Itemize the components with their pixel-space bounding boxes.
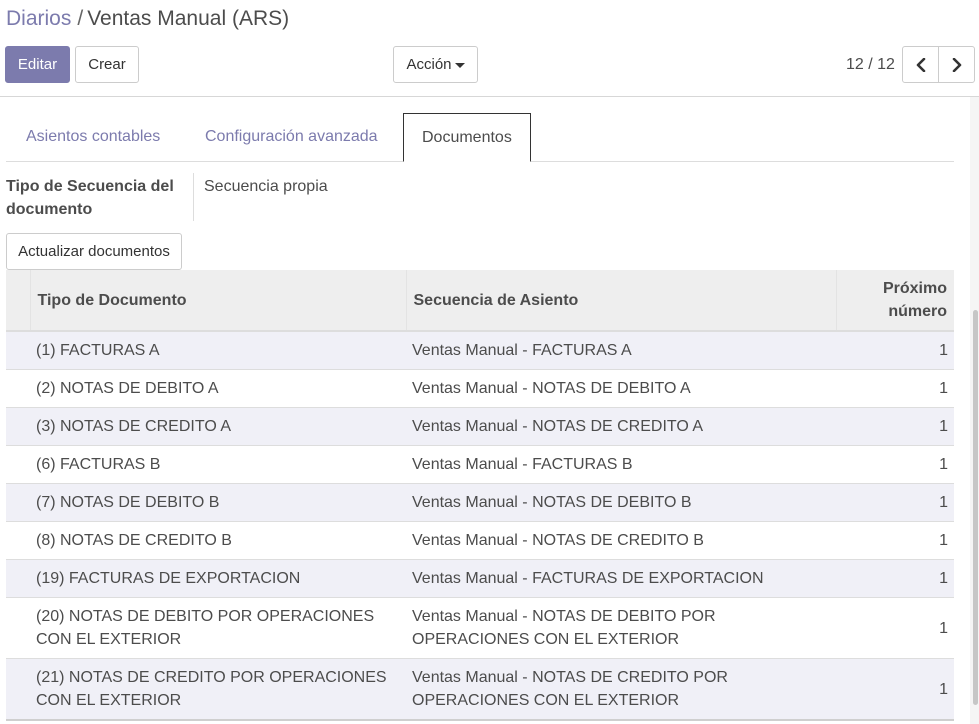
row-handle <box>6 369 30 408</box>
next-number-cell[interactable]: 1 <box>836 559 954 598</box>
document-type-cell[interactable]: (1) FACTURAS A <box>30 330 406 370</box>
row-handle <box>6 445 30 484</box>
document-type-cell[interactable]: (3) NOTAS DE CREDITO A <box>30 407 406 446</box>
entry-sequence-cell[interactable]: Ventas Manual - NOTAS DE DEBITO POR OPER… <box>406 597 836 659</box>
document-type-cell[interactable]: (21) NOTAS DE CREDITO POR OPERACIONES CO… <box>30 658 406 721</box>
table-row[interactable]: (8) NOTAS DE CREDITO B Ventas Manual - N… <box>6 521 954 560</box>
table-row[interactable]: (21) NOTAS DE CREDITO POR OPERACIONES CO… <box>6 658 954 721</box>
next-number-cell[interactable]: 1 <box>836 407 954 446</box>
entry-sequence-cell[interactable]: Ventas Manual - NOTAS DE CREDITO POR OPE… <box>406 658 836 721</box>
table-header-row: Tipo de Documento Secuencia de Asiento P… <box>6 270 954 332</box>
table-row[interactable]: (6) FACTURAS B Ventas Manual - FACTURAS … <box>6 445 954 484</box>
create-button[interactable]: Crear <box>75 46 139 83</box>
chevron-right-icon <box>952 57 961 72</box>
action-dropdown-button[interactable]: Acción <box>393 46 478 83</box>
tab-accounting-entries[interactable]: Asientos contables <box>8 113 178 162</box>
document-type-cell[interactable]: (7) NOTAS DE DEBITO B <box>30 483 406 522</box>
document-type-cell[interactable]: (20) NOTAS DE DEBITO POR OPERACIONES CON… <box>30 597 406 659</box>
header-entry-sequence[interactable]: Secuencia de Asiento <box>406 270 837 332</box>
next-number-cell[interactable]: 1 <box>836 521 954 560</box>
row-handle <box>6 330 30 370</box>
row-handle <box>6 658 30 721</box>
row-handle <box>6 597 30 659</box>
pager-previous-button[interactable] <box>902 46 939 83</box>
entry-sequence-cell[interactable]: Ventas Manual - FACTURAS A <box>406 330 836 370</box>
breadcrumb-journals-link[interactable]: Diarios <box>6 7 71 30</box>
pager-next-button[interactable] <box>938 46 975 83</box>
entry-sequence-cell[interactable]: Ventas Manual - NOTAS DE CREDITO A <box>406 407 836 446</box>
next-number-cell[interactable]: 1 <box>836 597 954 659</box>
row-handle <box>6 483 30 522</box>
document-type-cell[interactable]: (8) NOTAS DE CREDITO B <box>30 521 406 560</box>
tab-documents[interactable]: Documentos <box>403 113 531 162</box>
document-type-cell[interactable]: (6) FACTURAS B <box>30 445 406 484</box>
entry-sequence-cell[interactable]: Ventas Manual - FACTURAS B <box>406 445 836 484</box>
edit-button[interactable]: Editar <box>5 46 70 83</box>
next-number-cell[interactable]: 1 <box>836 445 954 484</box>
row-handle <box>6 559 30 598</box>
entry-sequence-cell[interactable]: Ventas Manual - NOTAS DE CREDITO B <box>406 521 836 560</box>
breadcrumb-current: Ventas Manual (ARS) <box>87 7 290 30</box>
header-next-number[interactable]: Próximo número <box>836 270 954 332</box>
breadcrumb-separator: / <box>77 7 84 30</box>
tab-advanced-settings[interactable]: Configuración avanzada <box>187 113 396 162</box>
entry-sequence-cell[interactable]: Ventas Manual - FACTURAS DE EXPORTACION <box>406 559 836 598</box>
form-notebook-tabs: Asientos contables Configuración avanzad… <box>6 113 954 162</box>
next-number-cell[interactable]: 1 <box>836 658 954 721</box>
next-number-cell[interactable]: 1 <box>836 369 954 408</box>
document-types-table: Tipo de Documento Secuencia de Asiento P… <box>6 270 954 721</box>
action-button-label: Acción <box>406 56 452 73</box>
update-documents-button[interactable]: Actualizar documentos <box>6 233 182 270</box>
next-number-cell[interactable]: 1 <box>836 483 954 522</box>
chevron-left-icon <box>916 57 925 72</box>
header-handle-cell <box>6 270 31 332</box>
scrollbar-thumb[interactable] <box>973 310 978 705</box>
caret-down-icon <box>454 62 465 68</box>
pager-value[interactable]: 12 / 12 <box>846 46 895 83</box>
field-divider <box>193 173 194 221</box>
breadcrumb: Diarios / Ventas Manual (ARS) <box>6 6 289 32</box>
row-handle <box>6 521 30 560</box>
next-number-cell[interactable]: 1 <box>836 330 954 370</box>
entry-sequence-cell[interactable]: Ventas Manual - NOTAS DE DEBITO A <box>406 369 836 408</box>
table-row[interactable]: (7) NOTAS DE DEBITO B Ventas Manual - NO… <box>6 483 954 522</box>
table-row[interactable]: (19) FACTURAS DE EXPORTACION Ventas Manu… <box>6 559 954 598</box>
table-row[interactable]: (20) NOTAS DE DEBITO POR OPERACIONES CON… <box>6 597 954 659</box>
table-row[interactable]: (2) NOTAS DE DEBITO A Ventas Manual - NO… <box>6 369 954 408</box>
entry-sequence-cell[interactable]: Ventas Manual - NOTAS DE DEBITO B <box>406 483 836 522</box>
sequence-type-value: Secuencia propia <box>204 178 328 195</box>
row-handle <box>6 407 30 446</box>
table-row[interactable]: (3) NOTAS DE CREDITO A Ventas Manual - N… <box>6 407 954 446</box>
table-row[interactable]: (1) FACTURAS A Ventas Manual - FACTURAS … <box>6 330 954 370</box>
document-type-cell[interactable]: (19) FACTURAS DE EXPORTACION <box>30 559 406 598</box>
header-document-type[interactable]: Tipo de Documento <box>30 270 407 332</box>
control-panel: Diarios / Ventas Manual (ARS) Editar Crear… <box>0 0 979 97</box>
sequence-type-label: Tipo de Secuencia del documento <box>6 178 174 218</box>
document-type-cell[interactable]: (2) NOTAS DE DEBITO A <box>30 369 406 408</box>
